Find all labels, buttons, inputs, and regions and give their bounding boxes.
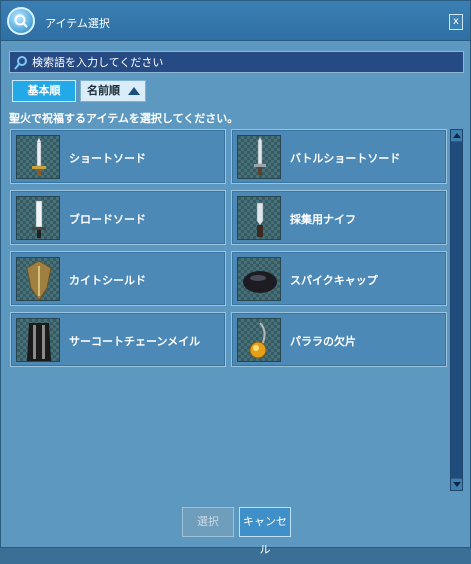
- cancel-button[interactable]: キャンセル: [239, 507, 291, 556]
- item-label: 採集用ナイフ: [290, 213, 356, 226]
- list-item[interactable]: 採集用ナイフ: [231, 190, 447, 245]
- instruction-text: 聖火で祝福するアイテムを選択してください。: [9, 112, 239, 125]
- palala-fragment-icon: [237, 318, 281, 362]
- item-label: ショートソード: [69, 152, 146, 165]
- window-title: アイテム選択: [45, 17, 110, 30]
- item-list: ショートソード バトルショートソード ブロードソード 採集用ナイフ カイトシール…: [10, 129, 447, 369]
- magnifier-orb-icon: [7, 7, 35, 35]
- search-input[interactable]: [32, 52, 460, 72]
- list-item[interactable]: ブロードソード: [10, 190, 226, 245]
- broad-sword-icon: [16, 196, 60, 240]
- sort-basic-button[interactable]: 基本順: [12, 80, 76, 102]
- surcoat-chainmail-icon: [16, 318, 60, 362]
- list-item[interactable]: パララの欠片: [231, 312, 447, 367]
- item-list-scrollbar[interactable]: [450, 129, 463, 491]
- list-item[interactable]: カイトシールド: [10, 251, 226, 306]
- item-select-window: アイテム選択 x 基本順 名前順 聖火で祝福するアイテムを選択してください。 シ…: [0, 0, 471, 556]
- search-icon: [14, 56, 27, 70]
- sort-ascending-icon: [128, 87, 140, 95]
- scroll-thumb[interactable]: [451, 142, 462, 478]
- sort-name-button[interactable]: 名前順: [80, 80, 146, 102]
- sort-name-label: 名前順: [87, 84, 120, 97]
- select-button[interactable]: 選択: [182, 507, 234, 537]
- search-box[interactable]: [9, 51, 464, 73]
- list-item[interactable]: バトルショートソード: [231, 129, 447, 184]
- list-item[interactable]: ショートソード: [10, 129, 226, 184]
- scroll-up-icon[interactable]: [451, 130, 462, 141]
- spike-cap-icon: [237, 257, 281, 301]
- title-bar[interactable]: アイテム選択 x: [1, 1, 470, 41]
- item-label: カイトシールド: [69, 274, 146, 287]
- item-label: サーコートチェーンメイル: [69, 335, 201, 348]
- list-item[interactable]: スパイクキャップ: [231, 251, 447, 306]
- short-sword-icon: [16, 135, 60, 179]
- item-label: スパイクキャップ: [290, 274, 378, 287]
- gathering-knife-icon: [237, 196, 281, 240]
- scroll-down-icon[interactable]: [451, 479, 462, 490]
- list-item[interactable]: サーコートチェーンメイル: [10, 312, 226, 367]
- kite-shield-icon: [16, 257, 60, 301]
- item-label: ブロードソード: [69, 213, 146, 226]
- item-label: パララの欠片: [290, 335, 356, 348]
- battle-short-sword-icon: [237, 135, 281, 179]
- close-button[interactable]: x: [449, 14, 463, 30]
- item-label: バトルショートソード: [290, 152, 401, 165]
